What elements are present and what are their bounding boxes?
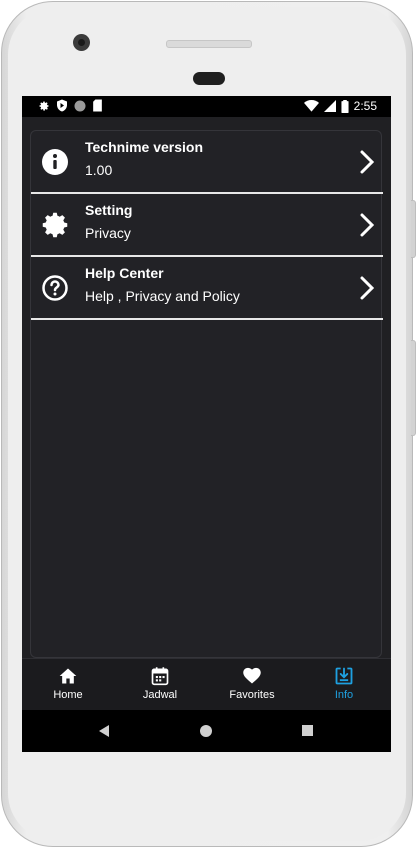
chevron-right-icon	[360, 150, 375, 174]
status-bar: 2:55	[22, 96, 391, 117]
info-row-title: Technime version	[85, 139, 204, 155]
circle-icon	[74, 100, 86, 111]
info-row-title: Setting	[85, 202, 133, 218]
sd-card-icon	[93, 99, 102, 112]
back-icon[interactable]	[98, 724, 110, 738]
shield-icon	[57, 99, 67, 112]
heart-icon	[243, 667, 261, 684]
nav-label: Jadwal	[142, 689, 178, 701]
info-download-icon	[335, 667, 353, 685]
home-icon	[59, 668, 77, 684]
front-camera	[73, 34, 90, 51]
signal-icon	[323, 100, 336, 112]
bottom-navigation: Home Jadwal Favorites Info	[22, 658, 391, 711]
info-row-subtitle: Privacy	[85, 225, 131, 241]
power-button	[411, 200, 416, 258]
info-list: Technime version 1.00 Setting Privacy He…	[30, 130, 383, 658]
chevron-right-icon	[360, 213, 375, 237]
nav-label: Favorites	[229, 689, 275, 701]
nav-label: Home	[53, 689, 83, 701]
info-row-setting[interactable]: Setting Privacy	[31, 194, 383, 256]
battery-icon	[341, 99, 349, 113]
info-row-version[interactable]: Technime version 1.00	[31, 131, 383, 193]
home-circle-icon[interactable]	[199, 724, 213, 738]
earpiece-speaker	[166, 40, 252, 48]
nav-item-jadwal[interactable]: Jadwal	[114, 659, 206, 711]
info-row-subtitle: Help , Privacy and Policy	[85, 288, 240, 304]
nav-label: Info	[334, 689, 354, 701]
recents-icon[interactable]	[302, 725, 313, 736]
settings-icon	[39, 101, 49, 111]
gear-icon	[42, 212, 68, 238]
info-icon	[42, 149, 68, 175]
help-icon	[42, 275, 68, 301]
status-time: 2:55	[353, 99, 377, 113]
volume-button	[411, 340, 416, 436]
info-row-title: Help Center	[85, 265, 164, 281]
calendar-icon	[151, 667, 169, 686]
divider	[31, 318, 383, 320]
nav-item-home[interactable]: Home	[22, 659, 114, 711]
info-row-subtitle: 1.00	[85, 162, 113, 178]
nav-item-favorites[interactable]: Favorites	[206, 659, 298, 711]
app-screen: 2:55 Technime version 1.00 Setting Priva…	[22, 96, 391, 752]
wifi-icon	[303, 100, 319, 112]
chevron-right-icon	[360, 276, 375, 300]
system-navigation-bar	[22, 710, 391, 752]
info-row-help-center[interactable]: Help Center Help , Privacy and Policy	[31, 257, 383, 319]
nav-item-info[interactable]: Info	[298, 659, 390, 711]
proximity-sensor	[193, 72, 225, 85]
